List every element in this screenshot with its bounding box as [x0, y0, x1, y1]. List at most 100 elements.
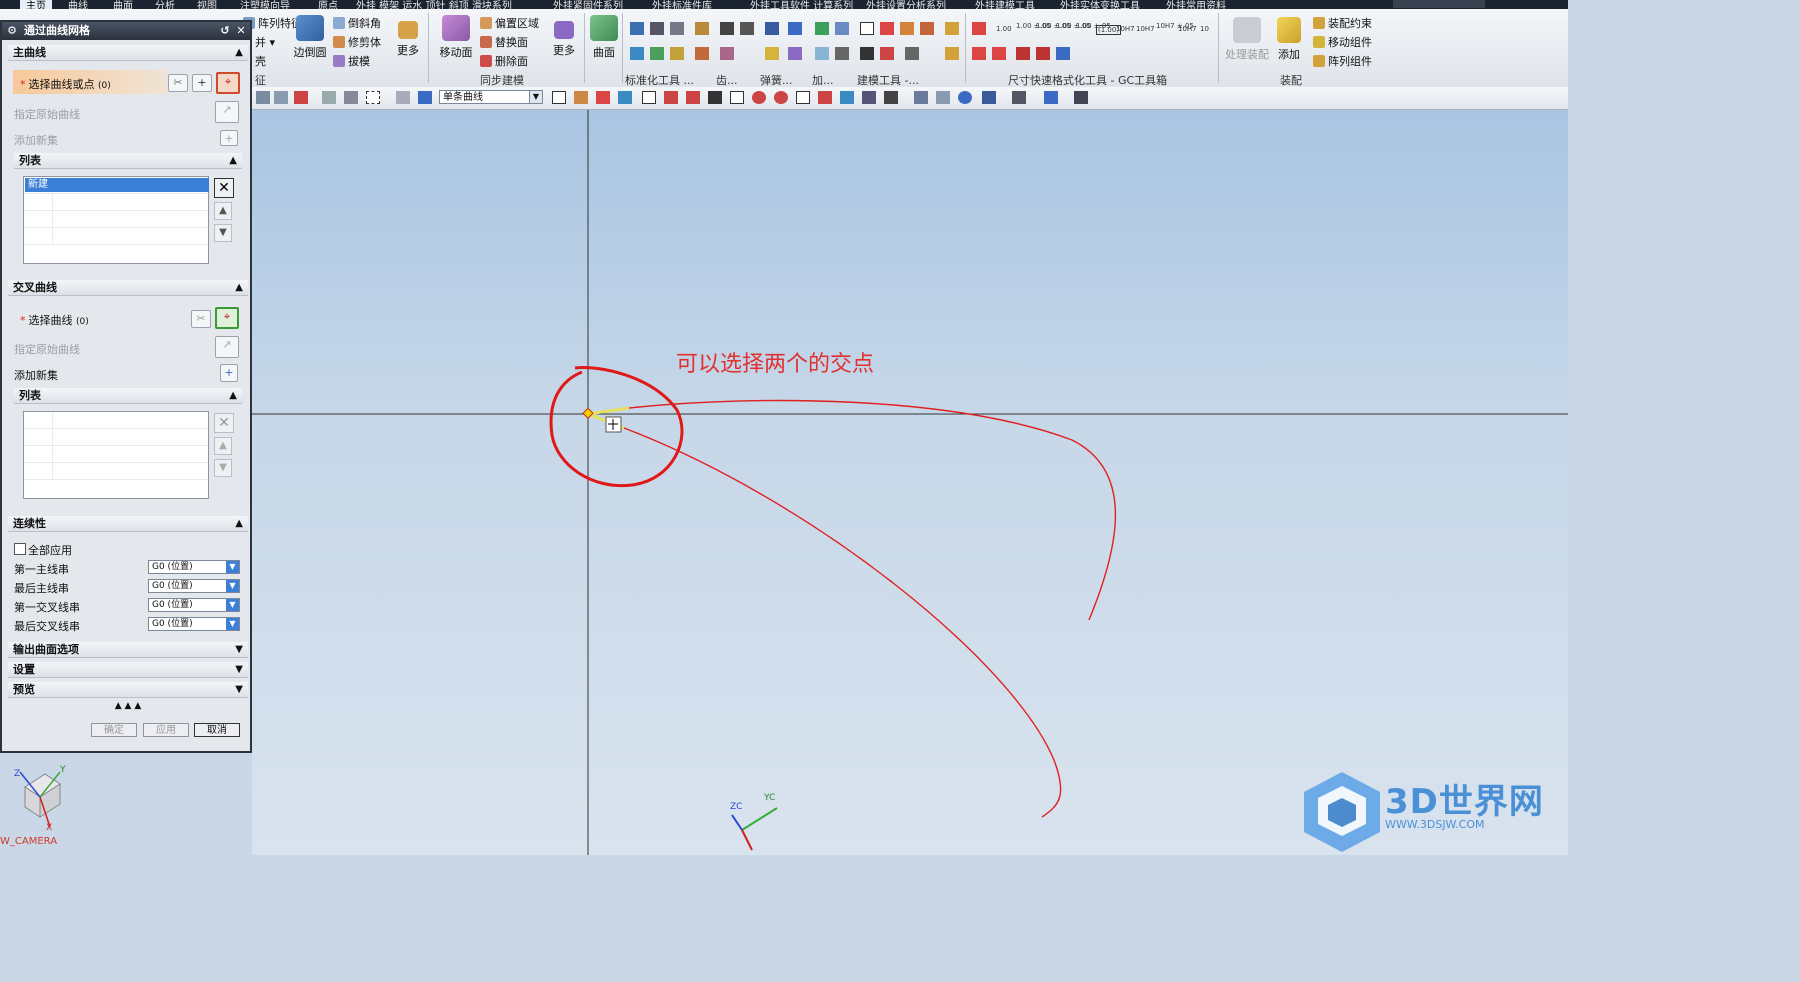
draft-button[interactable]: 拔模	[333, 53, 370, 69]
tool-icon[interactable]	[650, 22, 664, 35]
dim-label-8[interactable]: 10H7	[1136, 25, 1155, 33]
tool-icon[interactable]	[720, 47, 734, 60]
tool-icon[interactable]	[730, 91, 744, 104]
menu-item[interactable]: 分析	[155, 0, 175, 9]
tool-icon[interactable]	[796, 91, 810, 104]
replace-face-button[interactable]: 替换面	[480, 34, 528, 50]
list-item[interactable]: 新建	[24, 177, 211, 194]
specify-original-icon[interactable]: ↗	[215, 336, 239, 358]
tool-icon[interactable]	[765, 47, 779, 60]
shell-button[interactable]: 壳	[255, 53, 266, 69]
tool-icon[interactable]	[880, 47, 894, 60]
curve-pick-icon[interactable]: ⌖	[216, 72, 240, 94]
menu-item[interactable]: 注塑模向导	[240, 0, 290, 9]
cross-list[interactable]	[23, 411, 209, 499]
tool-icon[interactable]	[880, 22, 894, 35]
curve-lower[interactable]	[623, 427, 1062, 818]
add-new-set[interactable]: 添加新集	[14, 132, 58, 148]
apply-all-checkbox[interactable]: 全部应用	[14, 542, 72, 558]
tool-icon[interactable]	[552, 91, 566, 104]
tool-icon[interactable]	[596, 91, 610, 104]
add-set-icon[interactable]: +	[220, 364, 238, 382]
chamfer-button[interactable]: 倒斜角	[333, 15, 381, 31]
curve-rule-select[interactable]: 单条曲线 ▼	[439, 90, 543, 104]
preview-header[interactable]: 预览 ▼	[8, 682, 248, 698]
tool-icon[interactable]	[740, 22, 754, 35]
menu-item[interactable]: 外挂工具软件 计算系列	[750, 0, 853, 9]
first-primary-select[interactable]: G0 (位置) ▼	[148, 560, 240, 574]
cancel-button[interactable]: 取消	[194, 723, 240, 737]
add-set-icon[interactable]: +	[220, 130, 238, 146]
curve-rule-button[interactable]: ✂	[168, 74, 188, 92]
more-button-2[interactable]: 更多	[548, 21, 580, 58]
tool-icon[interactable]	[256, 91, 270, 104]
tool-icon[interactable]	[1056, 47, 1070, 60]
select-curve-or-point[interactable]: * 选择曲线或点 (0)	[20, 76, 111, 92]
tool-icon[interactable]	[664, 91, 678, 104]
tool-icon[interactable]	[982, 91, 996, 104]
triangle-icon[interactable]	[860, 22, 874, 35]
cross-curves-header[interactable]: 交叉曲线 ▲	[8, 280, 248, 296]
move-up-icon[interactable]: ▲	[214, 437, 232, 455]
move-up-icon[interactable]: ▲	[214, 202, 232, 220]
move-down-icon[interactable]: ▼	[214, 459, 232, 477]
tool-icon[interactable]	[815, 47, 829, 60]
tool-icon[interactable]	[835, 47, 849, 60]
tool-icon[interactable]	[344, 91, 358, 104]
dim-label-4[interactable]: 1.00 ±.05	[1056, 22, 1091, 30]
move-down-icon[interactable]: ▼	[214, 224, 232, 242]
output-options-header[interactable]: 输出曲面选项 ▼	[8, 642, 248, 658]
settings-header[interactable]: 设置 ▼	[8, 662, 248, 678]
last-cross-select[interactable]: G0 (位置) ▼	[148, 617, 240, 631]
tool-icon[interactable]	[670, 22, 684, 35]
tool-icon[interactable]	[574, 91, 588, 104]
tool-icon[interactable]	[945, 47, 959, 60]
search-input[interactable]	[1393, 0, 1485, 8]
tool-icon[interactable]	[1044, 91, 1058, 104]
specify-original-curve[interactable]: 指定原始曲线	[14, 341, 80, 357]
menu-item[interactable]: 外挂 模架 运水 顶针 斜顶 滑块系列	[356, 0, 512, 9]
edge-blend-button[interactable]: 边倒圆	[290, 15, 330, 60]
tool-icon[interactable]	[686, 91, 700, 104]
collapse-chevrons-icon[interactable]: ▲ ▲ ▲	[8, 700, 248, 712]
move-component-button[interactable]: 移动组件	[1313, 34, 1372, 50]
tool-icon[interactable]	[905, 47, 919, 60]
menu-item[interactable]: 外挂设置分析系列	[866, 0, 946, 9]
tool-icon[interactable]	[774, 91, 788, 104]
tool-icon[interactable]	[884, 91, 898, 104]
tool-icon[interactable]	[642, 91, 656, 104]
tool-icon[interactable]	[630, 22, 644, 35]
array-component-button[interactable]: 阵列组件	[1313, 53, 1372, 69]
tool-icon[interactable]	[294, 91, 308, 104]
cross-list-header[interactable]: 列表 ▲	[14, 388, 242, 404]
surface-button[interactable]: 曲面	[588, 15, 620, 60]
delete-icon[interactable]: ✕	[214, 178, 234, 198]
rectangle-select-icon[interactable]	[366, 91, 380, 104]
last-primary-select[interactable]: G0 (位置) ▼	[148, 579, 240, 593]
tool-icon[interactable]	[708, 91, 722, 104]
specify-original-icon[interactable]: ↗	[215, 101, 239, 123]
tool-icon[interactable]	[860, 47, 874, 60]
tool-icon[interactable]	[695, 22, 709, 35]
menu-item[interactable]: 主页	[20, 0, 52, 9]
tool-icon[interactable]	[1012, 91, 1026, 104]
tool-icon[interactable]	[972, 47, 986, 60]
primary-curves-header[interactable]: 主曲线 ▲	[8, 45, 248, 61]
tool-icon[interactable]	[695, 47, 709, 60]
process-assembly-button[interactable]: 处理装配	[1224, 17, 1270, 62]
tool-icon[interactable]	[788, 22, 802, 35]
tool-icon[interactable]	[720, 22, 734, 35]
more-button-1[interactable]: 更多	[392, 21, 424, 58]
delete-face-button[interactable]: 删除面	[480, 53, 528, 69]
tool-icon[interactable]	[840, 91, 854, 104]
ok-button[interactable]: 确定	[91, 723, 137, 737]
menu-item[interactable]: 外挂实体变换工具	[1060, 0, 1140, 9]
dim-label-7[interactable]: 10H7	[1116, 25, 1135, 33]
menu-item[interactable]: 外挂紧固件系列	[553, 0, 623, 9]
dim-label-9[interactable]: 10H7 ±.05	[1156, 22, 1194, 30]
tool-icon[interactable]	[862, 91, 876, 104]
tool-icon[interactable]	[788, 47, 802, 60]
first-cross-select[interactable]: G0 (位置) ▼	[148, 598, 240, 612]
tool-icon[interactable]	[396, 91, 410, 104]
continuity-header[interactable]: 连续性 ▲	[8, 516, 248, 532]
